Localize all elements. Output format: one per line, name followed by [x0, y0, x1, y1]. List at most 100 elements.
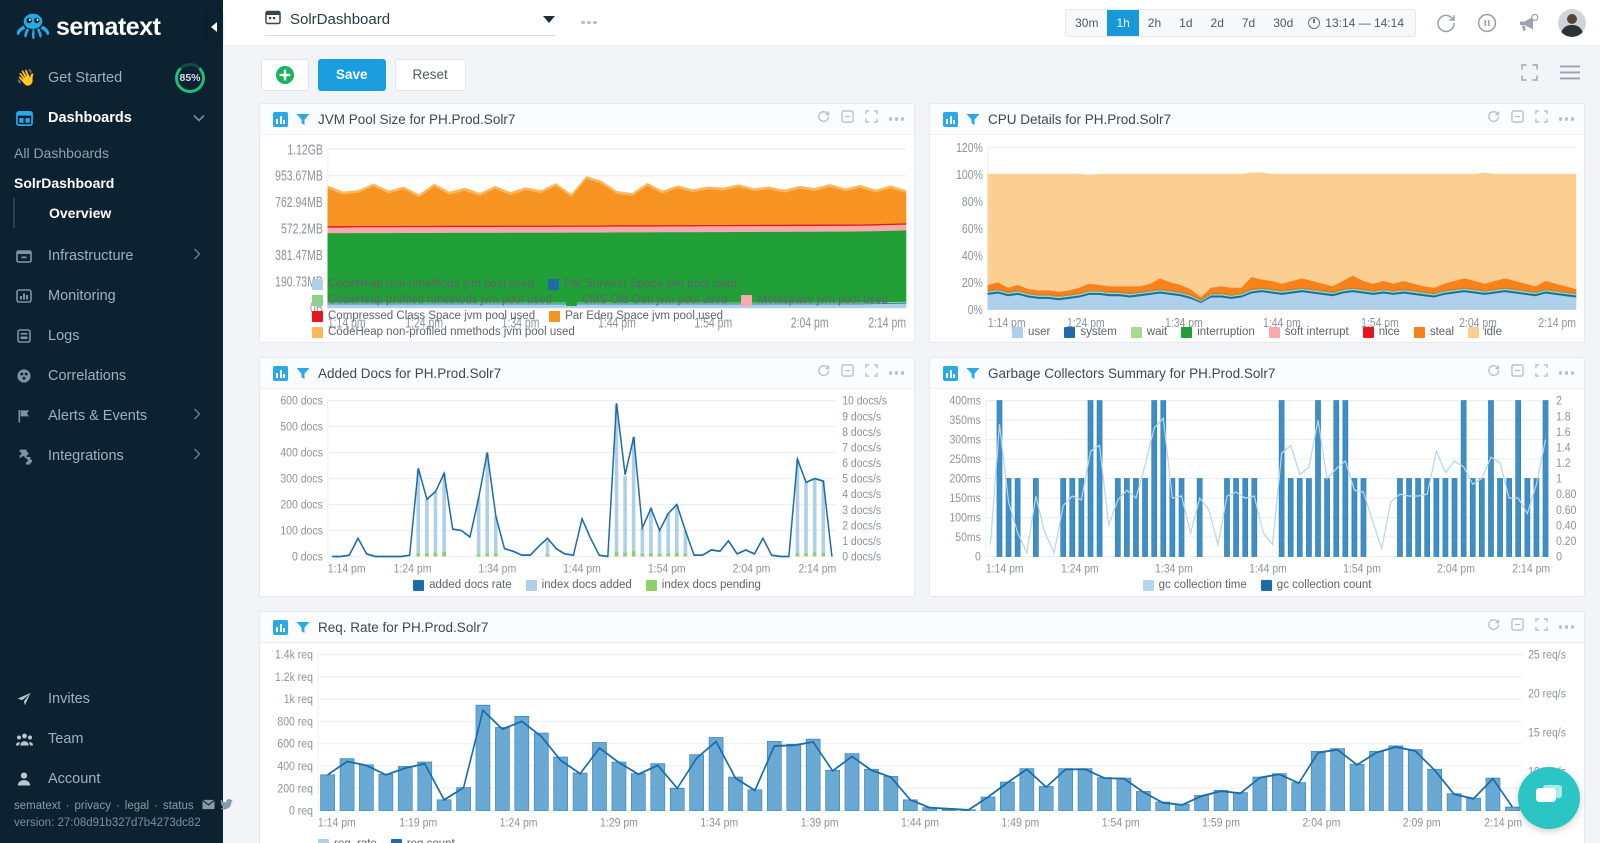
filter-icon[interactable]: [966, 113, 980, 126]
refresh-icon[interactable]: [817, 364, 830, 382]
legend-item[interactable]: added docs rate: [413, 579, 512, 591]
sidebar-item-monitoring[interactable]: Monitoring: [0, 276, 223, 316]
footer-link-status[interactable]: status: [163, 800, 194, 812]
fullscreen-icon[interactable]: [1534, 364, 1548, 382]
time-range-selector[interactable]: 30m 1h 2h 1d 2d 7d 30d 13:14 — 14:14: [1065, 8, 1416, 37]
added-docs-chart[interactable]: 600 docs 500 docs 400 docs 300 docs 200 docs…: [260, 389, 914, 596]
chevron-down-icon[interactable]: [543, 16, 555, 23]
svg-text:40%: 40%: [962, 248, 983, 264]
add-widget-button[interactable]: [261, 58, 309, 91]
footer-link-sematext[interactable]: sematext: [14, 800, 61, 812]
legend-item[interactable]: steal: [1413, 326, 1454, 338]
filter-icon[interactable]: [296, 367, 310, 380]
mail-icon[interactable]: [201, 799, 215, 813]
brand-logo[interactable]: sematext: [0, 0, 223, 50]
sidebar-item-all-dashboards[interactable]: All Dashboards: [0, 138, 223, 168]
footer-link-legal[interactable]: legal: [125, 800, 149, 812]
legend-item[interactable]: gc collection time: [1142, 579, 1247, 591]
sidebar-item-get-started[interactable]: 👋 Get Started 85%: [0, 58, 223, 98]
twitter-icon[interactable]: [219, 799, 233, 813]
time-range-2d[interactable]: 2d: [1202, 10, 1233, 36]
legend-item[interactable]: Par Eden Space jvm pool used: [549, 310, 723, 322]
sidebar-item-overview[interactable]: Overview: [13, 198, 223, 228]
pause-icon[interactable]: [1476, 12, 1498, 34]
fullscreen-icon[interactable]: [1534, 618, 1548, 636]
legend-item[interactable]: CodeHeap non-nmethods jvm pool used: [312, 278, 534, 290]
sidebar-item-infrastructure[interactable]: Infrastructure: [0, 236, 223, 276]
megaphone-icon[interactable]: [1517, 12, 1539, 34]
sidebar-item-integrations[interactable]: Integrations: [0, 436, 223, 476]
legend-item[interactable]: index docs pending: [645, 579, 761, 591]
legend-item[interactable]: CodeHeap non-profiled nmethods jvm pool …: [312, 326, 575, 338]
save-button[interactable]: Save: [318, 58, 386, 91]
gc-chart[interactable]: 400ms 350ms 300ms 250ms 200ms 150ms 100ms 50ms 0…: [930, 389, 1584, 596]
time-range-custom[interactable]: 13:14 — 14:14: [1302, 16, 1415, 30]
more-icon[interactable]: [888, 117, 904, 121]
legend-item[interactable]: soft interrupt: [1268, 326, 1349, 338]
fullscreen-icon[interactable]: [864, 364, 878, 382]
calendar-icon: [265, 9, 281, 30]
refresh-icon[interactable]: [1435, 12, 1457, 34]
fullscreen-icon[interactable]: [864, 110, 878, 128]
legend-item[interactable]: Compressed Class Space jvm pool used: [312, 310, 535, 322]
more-icon[interactable]: [1558, 117, 1574, 121]
req-rate-chart[interactable]: 1.4k req 1.2k req 1k req 800 req 600 req 400 …: [260, 643, 1584, 843]
refresh-icon[interactable]: [817, 110, 830, 128]
filter-icon[interactable]: [966, 367, 980, 380]
footer-link-privacy[interactable]: privacy: [75, 800, 111, 812]
minimize-icon[interactable]: [840, 364, 854, 382]
legend-item[interactable]: system: [1064, 326, 1117, 338]
legend-item[interactable]: Metaspace jvm pool used: [741, 294, 888, 306]
time-range-1d[interactable]: 1d: [1170, 10, 1201, 36]
legend-item[interactable]: user: [1011, 326, 1050, 338]
legend-item[interactable]: gc collection count: [1260, 579, 1371, 591]
legend-item[interactable]: req.count: [390, 838, 455, 843]
more-icon[interactable]: [1558, 371, 1574, 375]
legend-item[interactable]: idle: [1468, 326, 1502, 338]
refresh-icon[interactable]: [1487, 618, 1500, 636]
legend-item[interactable]: index docs added: [525, 579, 632, 591]
fullscreen-icon[interactable]: [1534, 110, 1548, 128]
sidebar-item-dashboards[interactable]: Dashboards: [0, 98, 223, 138]
sidebar-item-invites[interactable]: Invites: [0, 679, 223, 719]
more-icon[interactable]: [1558, 625, 1574, 629]
minimize-icon[interactable]: [1510, 364, 1524, 382]
avatar[interactable]: [1558, 8, 1586, 37]
reset-button[interactable]: Reset: [394, 58, 466, 91]
legend-item[interactable]: wait: [1130, 326, 1167, 338]
time-range-30d[interactable]: 30d: [1264, 10, 1302, 36]
sidebar-item-solrdashboard[interactable]: SolrDashboard: [0, 168, 223, 198]
sidebar-item-alerts-events[interactable]: Alerts & Events: [0, 396, 223, 436]
sidebar-item-correlations[interactable]: Correlations: [0, 356, 223, 396]
time-range-30m[interactable]: 30m: [1066, 10, 1107, 36]
sidebar-item-logs[interactable]: Logs: [0, 316, 223, 356]
dashboard-selector[interactable]: SolrDashboard: [265, 9, 555, 36]
footer-sep: ·: [65, 800, 70, 812]
menu-icon[interactable]: [1560, 65, 1580, 85]
sidebar-item-team[interactable]: Team: [0, 719, 223, 759]
minimize-icon[interactable]: [1510, 110, 1524, 128]
legend-item[interactable]: CodeHeap profiled nmethods jvm pool used: [312, 294, 552, 306]
minimize-icon[interactable]: [1510, 618, 1524, 636]
legend-item[interactable]: CMS Old Gen jvm pool used: [565, 294, 727, 306]
refresh-icon[interactable]: [1487, 364, 1500, 382]
chat-widget-button[interactable]: [1518, 767, 1580, 829]
fullscreen-icon[interactable]: [1521, 63, 1538, 86]
refresh-icon[interactable]: [1487, 110, 1500, 128]
legend-item[interactable]: Par Survivor Space jvm pool used: [547, 278, 737, 290]
time-range-7d[interactable]: 7d: [1233, 10, 1264, 36]
cpu-area-chart[interactable]: 120%100%80%60%40%20%0%1:14 pm 1:24 pm 1:34…: [930, 135, 1584, 342]
legend-item[interactable]: interruption: [1181, 326, 1255, 338]
more-horizontal-icon[interactable]: [581, 20, 597, 25]
legend-item[interactable]: req. rate: [318, 838, 377, 843]
time-range-1h[interactable]: 1h: [1107, 9, 1139, 36]
legend-item[interactable]: nice: [1362, 326, 1400, 338]
svg-text:800 req: 800 req: [277, 716, 313, 729]
time-range-2h[interactable]: 2h: [1139, 10, 1170, 36]
filter-icon[interactable]: [296, 113, 310, 126]
filter-icon[interactable]: [296, 621, 310, 634]
minimize-icon[interactable]: [840, 110, 854, 128]
sidebar-collapse-button[interactable]: [207, 12, 223, 42]
sidebar-item-account[interactable]: Account: [0, 759, 223, 799]
more-icon[interactable]: [888, 371, 904, 375]
